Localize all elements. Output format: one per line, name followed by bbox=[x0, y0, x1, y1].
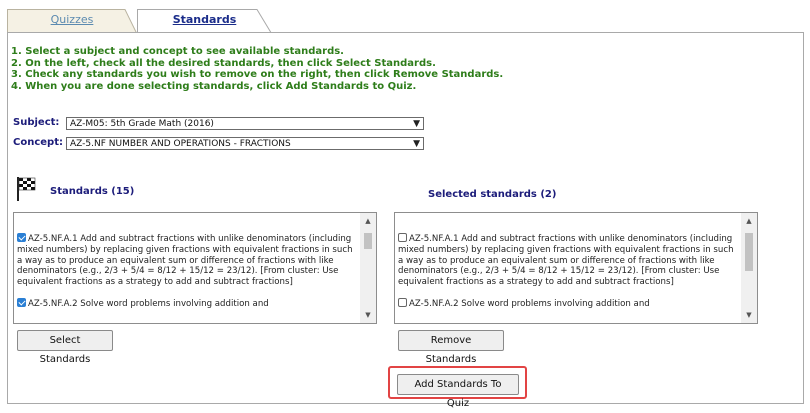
tab-quizzes[interactable]: Quizzes bbox=[7, 9, 137, 33]
standard-checkbox[interactable] bbox=[398, 233, 407, 242]
list-item[interactable]: AZ-5.NF.A.2 Solve word problems involvin… bbox=[398, 297, 738, 310]
tab-quizzes-link[interactable]: Quizzes bbox=[51, 13, 94, 26]
instruction-line: 3. Check any standards you wish to remov… bbox=[11, 69, 504, 81]
remove-standards-button[interactable]: Remove Standards bbox=[398, 330, 504, 365]
scrollbar[interactable]: ▲ ▼ bbox=[741, 213, 757, 323]
standard-checkbox[interactable] bbox=[17, 297, 26, 307]
scroll-down-icon[interactable]: ▼ bbox=[360, 309, 376, 321]
instructions: 1. Select a subject and concept to see a… bbox=[11, 46, 503, 92]
standard-checkbox[interactable] bbox=[398, 297, 407, 307]
standard-text: AZ-5.NF.A.1 Add and subtract fractions w… bbox=[398, 234, 734, 288]
subject-label: Subject: bbox=[13, 117, 60, 128]
scrollbar-thumb[interactable] bbox=[364, 233, 372, 249]
selected-standards-list[interactable]: AZ-5.NF.A.1 Add and subtract fractions w… bbox=[394, 212, 758, 324]
chevron-down-icon: ▼ bbox=[413, 139, 420, 149]
tab-standards-link[interactable]: Standards bbox=[173, 13, 237, 26]
tab-standards[interactable]: Standards bbox=[137, 9, 272, 34]
list-content: AZ-5.NF.A.1 Add and subtract fractions w… bbox=[398, 233, 738, 320]
scroll-up-icon[interactable]: ▲ bbox=[741, 215, 757, 227]
list-item[interactable]: AZ-5.NF.A.1 Add and subtract fractions w… bbox=[17, 233, 357, 288]
scroll-down-icon[interactable]: ▼ bbox=[741, 309, 757, 321]
subject-select-value: AZ-M05: 5th Grade Math (2016) bbox=[70, 119, 214, 129]
instruction-line: 1. Select a subject and concept to see a… bbox=[11, 46, 344, 57]
add-standards-to-quiz-button[interactable]: Add Standards To Quiz bbox=[397, 374, 519, 409]
concept-label: Concept: bbox=[13, 137, 63, 148]
standard-text: AZ-5.NF.A.1 Add and subtract fractions w… bbox=[17, 234, 353, 288]
concept-select-value: AZ-5.NF NUMBER AND OPERATIONS - FRACTION… bbox=[70, 139, 291, 149]
instruction-line: 2. On the left, check all the desired st… bbox=[11, 57, 436, 69]
tab-bar: Quizzes Standards bbox=[0, 0, 810, 34]
list-content: AZ-5.NF.A.1 Add and subtract fractions w… bbox=[17, 233, 357, 320]
checkered-flag-icon bbox=[17, 177, 36, 201]
select-standards-button[interactable]: Select Standards bbox=[17, 330, 113, 365]
instruction-line: 4. When you are done selecting standards… bbox=[11, 80, 417, 92]
standards-heading: Standards (15) bbox=[50, 186, 135, 197]
list-item[interactable]: AZ-5.NF.A.1 Add and subtract fractions w… bbox=[398, 233, 738, 288]
available-standards-list[interactable]: AZ-5.NF.A.1 Add and subtract fractions w… bbox=[13, 212, 377, 324]
scroll-up-icon[interactable]: ▲ bbox=[360, 215, 376, 227]
concept-select[interactable]: AZ-5.NF NUMBER AND OPERATIONS - FRACTION… bbox=[66, 137, 424, 150]
chevron-down-icon: ▼ bbox=[413, 119, 420, 129]
standard-text: AZ-5.NF.A.2 Solve word problems involvin… bbox=[28, 298, 269, 309]
subject-select[interactable]: AZ-M05: 5th Grade Math (2016) ▼ bbox=[66, 117, 424, 130]
selected-standards-heading: Selected standards (2) bbox=[428, 189, 557, 200]
list-item[interactable]: AZ-5.NF.A.2 Solve word problems involvin… bbox=[17, 297, 357, 310]
scrollbar-thumb[interactable] bbox=[745, 233, 753, 271]
scrollbar[interactable]: ▲ ▼ bbox=[360, 213, 376, 323]
standard-checkbox[interactable] bbox=[17, 233, 26, 242]
standard-text: AZ-5.NF.A.2 Solve word problems involvin… bbox=[409, 298, 650, 309]
